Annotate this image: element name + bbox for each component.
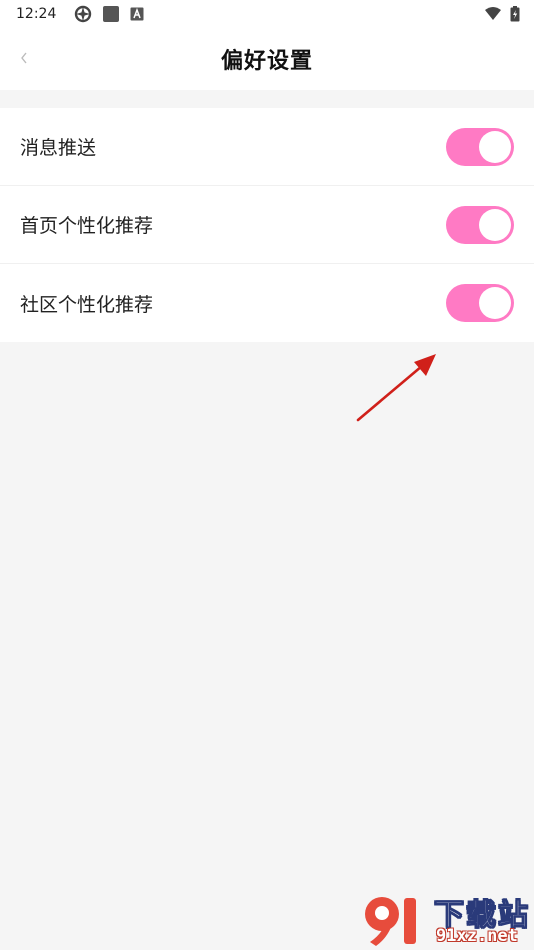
battery-icon — [510, 6, 520, 22]
toggle-knob — [479, 130, 511, 163]
status-bar: 12:24 — [0, 0, 534, 28]
community-recommend-toggle[interactable] — [446, 284, 514, 322]
setting-label: 消息推送 — [20, 137, 97, 159]
status-left-icons — [74, 5, 144, 23]
watermark: 下载站 91xz.net — [356, 888, 534, 950]
setting-label: 首页个性化推荐 — [20, 215, 154, 237]
sync-icon — [74, 5, 92, 23]
annotation-arrow-icon — [356, 354, 436, 422]
toggle-knob — [479, 208, 511, 241]
back-button[interactable] — [12, 42, 36, 76]
setting-row-home-recommend: 首页个性化推荐 — [0, 186, 534, 264]
settings-list: 消息推送 首页个性化推荐 社区个性化推荐 — [0, 108, 534, 342]
status-right-icons — [484, 6, 520, 22]
watermark-domain: 91xz.net — [436, 926, 518, 946]
setting-row-community-recommend: 社区个性化推荐 — [0, 264, 534, 342]
message-push-toggle[interactable] — [446, 127, 514, 166]
setting-row-message-push: 消息推送 — [0, 108, 534, 186]
home-recommend-toggle[interactable] — [446, 205, 514, 244]
page-title: 偏好设置 — [220, 49, 313, 74]
91-logo-icon — [365, 897, 416, 946]
a-box-icon — [130, 7, 144, 21]
setting-label: 社区个性化推荐 — [20, 293, 154, 316]
toggle-knob — [479, 287, 511, 319]
status-time: 12:24 — [16, 6, 57, 22]
wifi-icon — [484, 7, 502, 21]
chevron-left-icon — [19, 50, 29, 69]
app-square-icon — [102, 5, 120, 23]
nav-bar: 偏好设置 — [0, 28, 534, 90]
